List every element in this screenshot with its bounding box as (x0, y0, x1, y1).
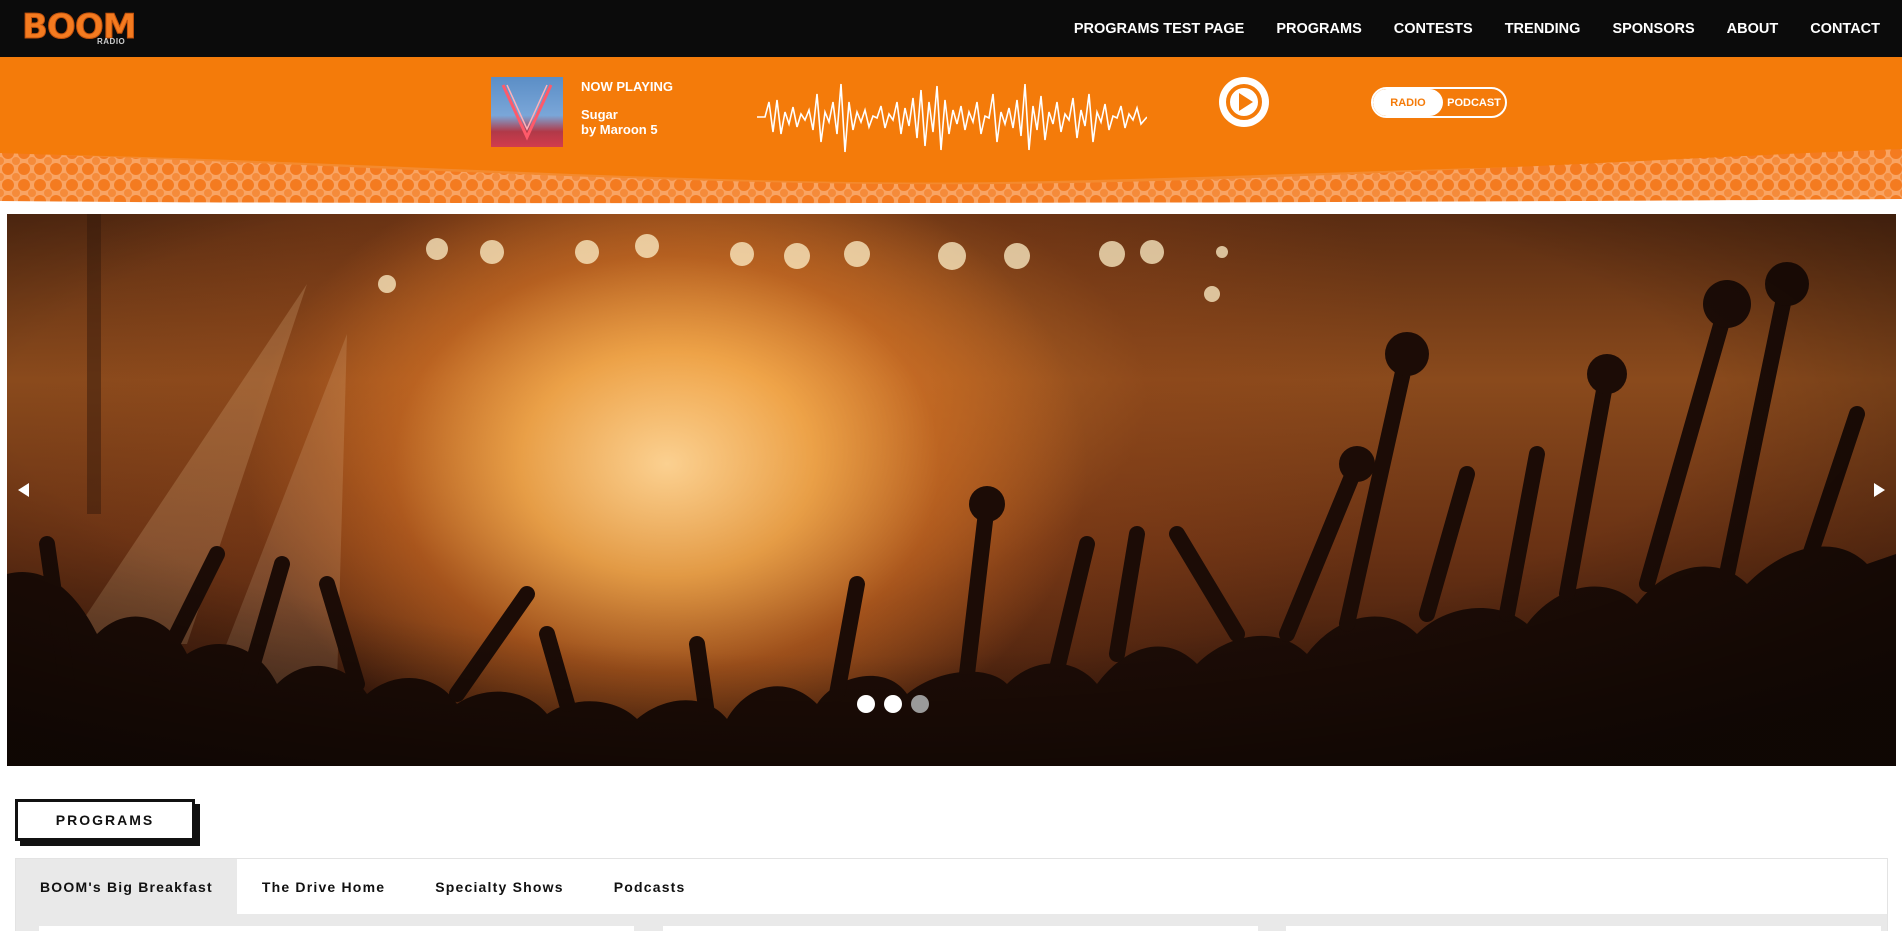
programs-tab-list: BOOM's Big Breakfast The Drive Home Spec… (16, 859, 711, 914)
play-icon (1226, 84, 1262, 120)
triangle-left-icon (18, 483, 29, 497)
carousel-indicators (857, 695, 929, 713)
hero-carousel (7, 214, 1896, 766)
nav-about[interactable]: ABOUT (1727, 21, 1779, 37)
song-title: Sugar (581, 107, 618, 122)
concert-crowd-silhouette (7, 214, 1896, 766)
nav-programs[interactable]: PROGRAMS (1276, 21, 1361, 37)
triangle-right-icon (1874, 483, 1885, 497)
toggle-podcast[interactable]: PODCAST (1443, 89, 1505, 116)
carousel-next-button[interactable] (1869, 478, 1889, 502)
carousel-dot-2[interactable] (884, 695, 902, 713)
logo-subtitle: RADIO (97, 37, 126, 46)
tab-drive-home[interactable]: The Drive Home (237, 859, 410, 914)
nav-contests[interactable]: CONTESTS (1394, 21, 1473, 37)
radio-podcast-toggle[interactable]: RADIO PODCAST (1371, 87, 1507, 118)
nav-sponsors[interactable]: SPONSORS (1612, 21, 1694, 37)
album-art (491, 77, 563, 147)
boom-radio-logo[interactable]: BOOM RADIO (22, 6, 138, 50)
tab-specialty-shows[interactable]: Specialty Shows (410, 859, 588, 914)
play-button[interactable] (1219, 77, 1269, 127)
toggle-radio[interactable]: RADIO (1373, 89, 1443, 116)
carousel-dot-3[interactable] (911, 695, 929, 713)
nav-trending[interactable]: TRENDING (1505, 21, 1581, 37)
program-card (1286, 926, 1881, 931)
nav-programs-test-page[interactable]: PROGRAMS TEST PAGE (1074, 21, 1245, 37)
program-card (663, 926, 1258, 931)
tab-podcasts[interactable]: Podcasts (589, 859, 711, 914)
top-navigation-bar: BOOM RADIO PROGRAMS TEST PAGE PROGRAMS C… (0, 0, 1902, 57)
song-artist: by Maroon 5 (581, 122, 658, 137)
main-nav: PROGRAMS TEST PAGE PROGRAMS CONTESTS TRE… (1042, 0, 1880, 57)
carousel-prev-button[interactable] (14, 478, 34, 502)
programs-tabs-panel: BOOM's Big Breakfast The Drive Home Spec… (15, 858, 1888, 931)
nav-contact[interactable]: CONTACT (1810, 21, 1880, 37)
audio-waveform (757, 83, 1147, 153)
carousel-dot-1[interactable] (857, 695, 875, 713)
tab-content-area (16, 914, 1887, 931)
tab-boom-big-breakfast[interactable]: BOOM's Big Breakfast (16, 859, 237, 914)
programs-heading: PROGRAMS (15, 799, 195, 841)
program-card (39, 926, 634, 931)
now-playing-label: NOW PLAYING (581, 79, 673, 94)
